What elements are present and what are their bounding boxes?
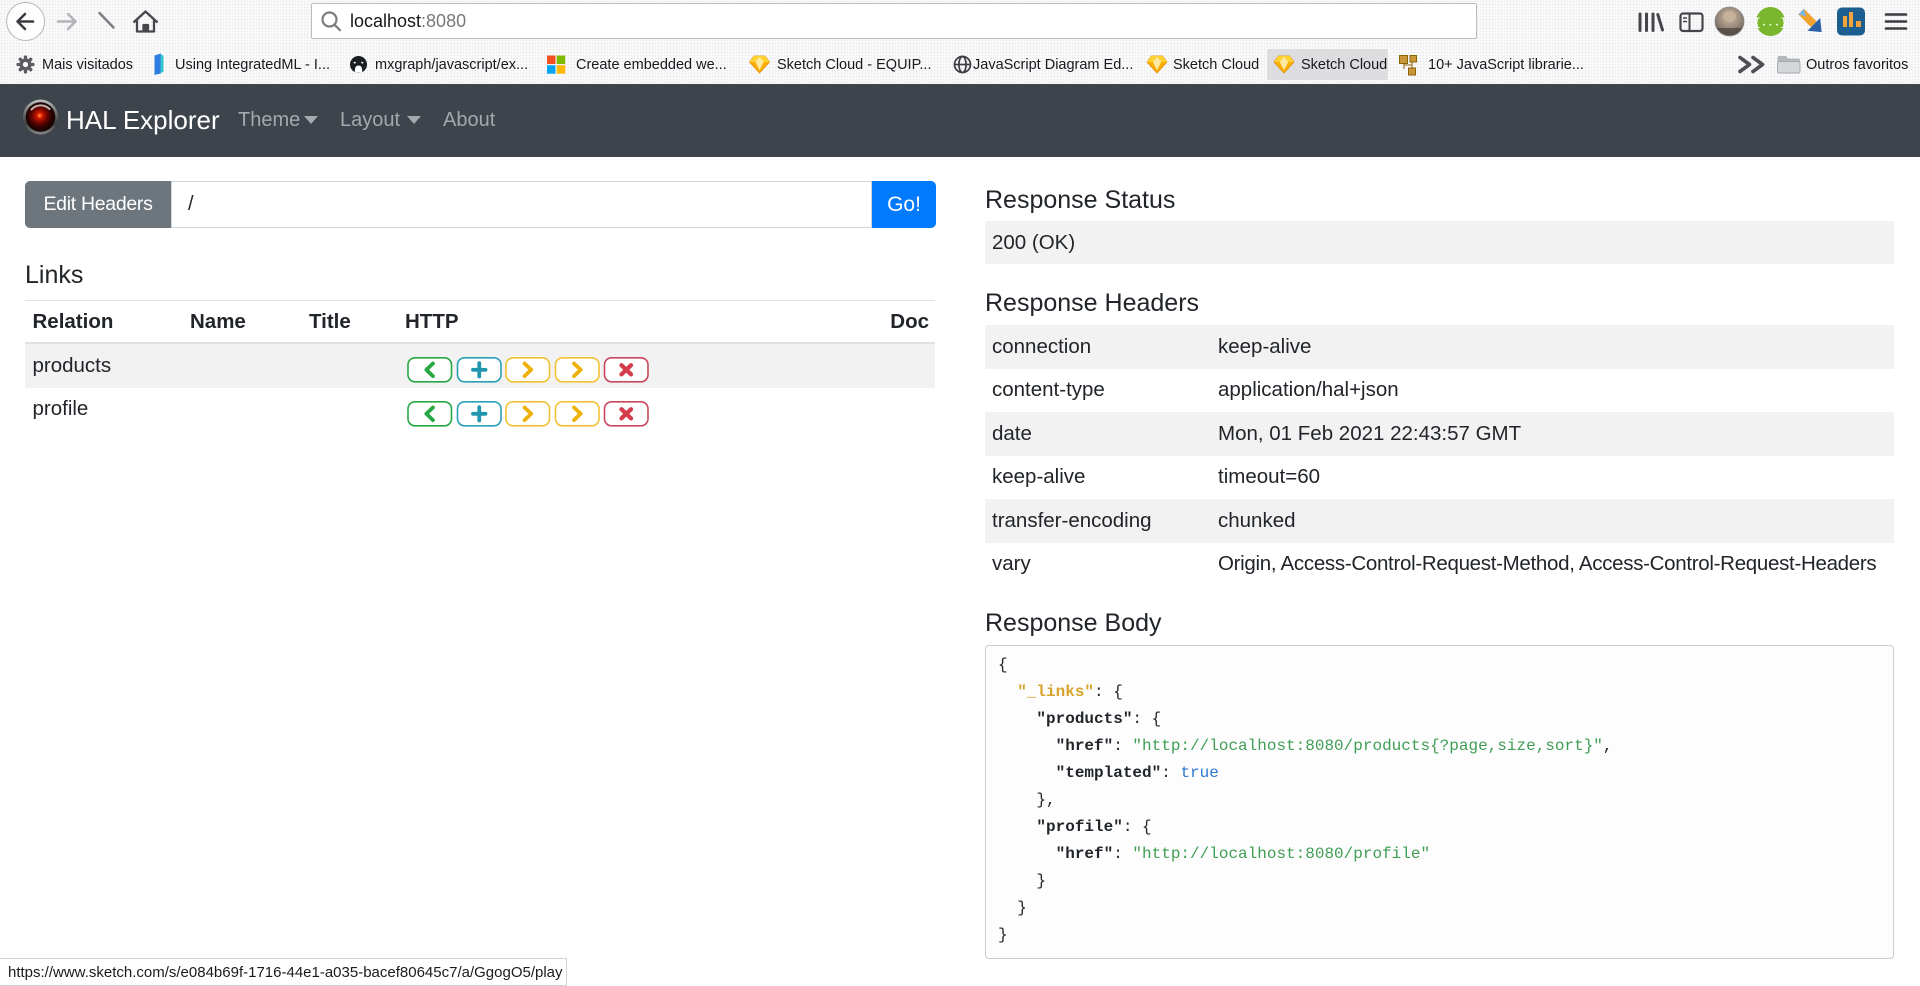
svg-text:{...}: {...}: [1754, 18, 1787, 30]
